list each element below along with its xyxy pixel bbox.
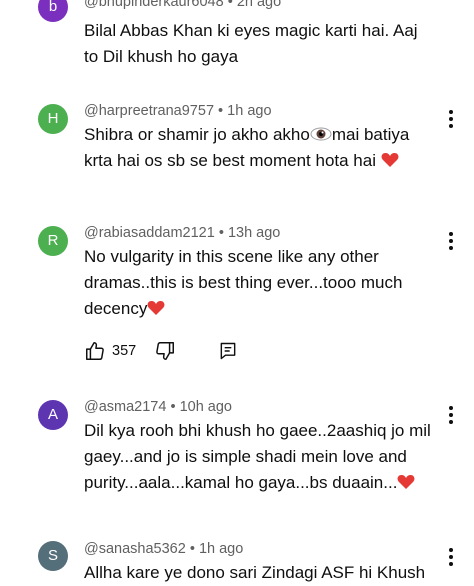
more-vert-icon[interactable] bbox=[444, 546, 458, 568]
comment-time[interactable]: 1h ago bbox=[199, 541, 243, 557]
reply-button[interactable] bbox=[218, 339, 238, 363]
more-vert-icon[interactable] bbox=[444, 108, 458, 130]
comment-line: purity...aala...kamal ho gaya...bs duaai… bbox=[84, 470, 434, 496]
avatar[interactable]: b bbox=[38, 0, 68, 22]
comment-line: Shibra or shamir jo akho akho mai batiya bbox=[84, 122, 434, 148]
reply-icon bbox=[218, 341, 238, 361]
comment-line: Bilal Abbas Khan ki eyes magic karti hai… bbox=[84, 21, 418, 40]
comment-line: dramas..this is best thing ever...tooo m… bbox=[84, 273, 403, 292]
avatar[interactable]: R bbox=[38, 226, 68, 256]
more-vert-icon[interactable] bbox=[444, 230, 458, 252]
comment-meta: @harpreetrana9757 • 1h ago bbox=[84, 103, 272, 119]
comment-text: Dil kya rooh bhi khush ho gaee..2aashiq … bbox=[84, 418, 434, 496]
like-count: 357 bbox=[112, 343, 137, 359]
comment-line: krta hai os sb se best moment hota hai bbox=[84, 148, 434, 174]
comment-time[interactable]: 10h ago bbox=[180, 399, 232, 415]
comment-line-text: purity...aala...kamal ho gaya...bs duaai… bbox=[84, 473, 398, 492]
separator: • bbox=[185, 541, 199, 557]
comment-line-text: krta hai os sb se best moment hota hai bbox=[84, 151, 381, 170]
comment-line: Allha kare ye dono sari Zindagi ASF hi K… bbox=[84, 563, 426, 582]
avatar[interactable]: H bbox=[38, 104, 68, 134]
comment-author[interactable]: @harpreetrana9757 bbox=[84, 103, 214, 119]
heart-emoji-icon bbox=[147, 299, 165, 318]
comment-author[interactable]: @asma2174 bbox=[84, 399, 166, 415]
comment-author[interactable]: @rabiasaddam2121 bbox=[84, 225, 215, 241]
comment-time[interactable]: 13h ago bbox=[228, 225, 280, 241]
comment-line: decency bbox=[84, 296, 434, 322]
comment-time[interactable]: 2h ago bbox=[237, 0, 281, 10]
comment-line: Dil kya rooh bhi khush ho gaee..2aashiq … bbox=[84, 421, 431, 440]
comment-time[interactable]: 1h ago bbox=[227, 103, 271, 119]
comment-text: Allha kare ye dono sari Zindagi ASF hi K… bbox=[84, 560, 434, 586]
eye-emoji-icon bbox=[310, 125, 332, 144]
heart-emoji-icon bbox=[381, 151, 399, 170]
comment-line: to Dil khush ho gaya bbox=[84, 47, 239, 66]
like-button[interactable]: 357 bbox=[84, 339, 136, 363]
separator: • bbox=[214, 103, 228, 119]
comment-author[interactable]: @sanasha5362 bbox=[84, 541, 186, 557]
heart-emoji-icon bbox=[397, 473, 415, 492]
comment-meta: @sanasha5362 • 1h ago bbox=[84, 541, 243, 557]
avatar[interactable]: S bbox=[38, 541, 68, 571]
comment-line-text: mai batiya bbox=[331, 125, 410, 144]
more-vert-icon[interactable] bbox=[444, 404, 458, 426]
comment-text: No vulgarity in this scene like any othe… bbox=[84, 244, 434, 322]
separator: • bbox=[223, 0, 237, 10]
comment-line-text: Shibra or shamir jo akho akho bbox=[84, 125, 310, 144]
comment-line-text: decency bbox=[84, 299, 148, 318]
comment-meta: @bhupinderkaur6048 • 2h ago bbox=[84, 0, 281, 10]
thumbs-down-icon bbox=[154, 340, 176, 362]
comment-meta: @rabiasaddam2121 • 13h ago bbox=[84, 225, 280, 241]
separator: • bbox=[166, 399, 180, 415]
comment-author[interactable]: @bhupinderkaur6048 bbox=[84, 0, 224, 10]
separator: • bbox=[214, 225, 228, 241]
dislike-button[interactable] bbox=[154, 339, 176, 363]
comment-text: Shibra or shamir jo akho akho mai batiya … bbox=[84, 122, 434, 174]
thumbs-up-icon bbox=[84, 340, 106, 362]
comment-meta: @asma2174 • 10h ago bbox=[84, 399, 232, 415]
comment-text: Bilal Abbas Khan ki eyes magic karti hai… bbox=[84, 18, 434, 70]
comment-line: No vulgarity in this scene like any othe… bbox=[84, 247, 379, 266]
comment-line: gaey...and jo is simple shadi mein love … bbox=[84, 447, 407, 466]
avatar[interactable]: A bbox=[38, 400, 68, 430]
